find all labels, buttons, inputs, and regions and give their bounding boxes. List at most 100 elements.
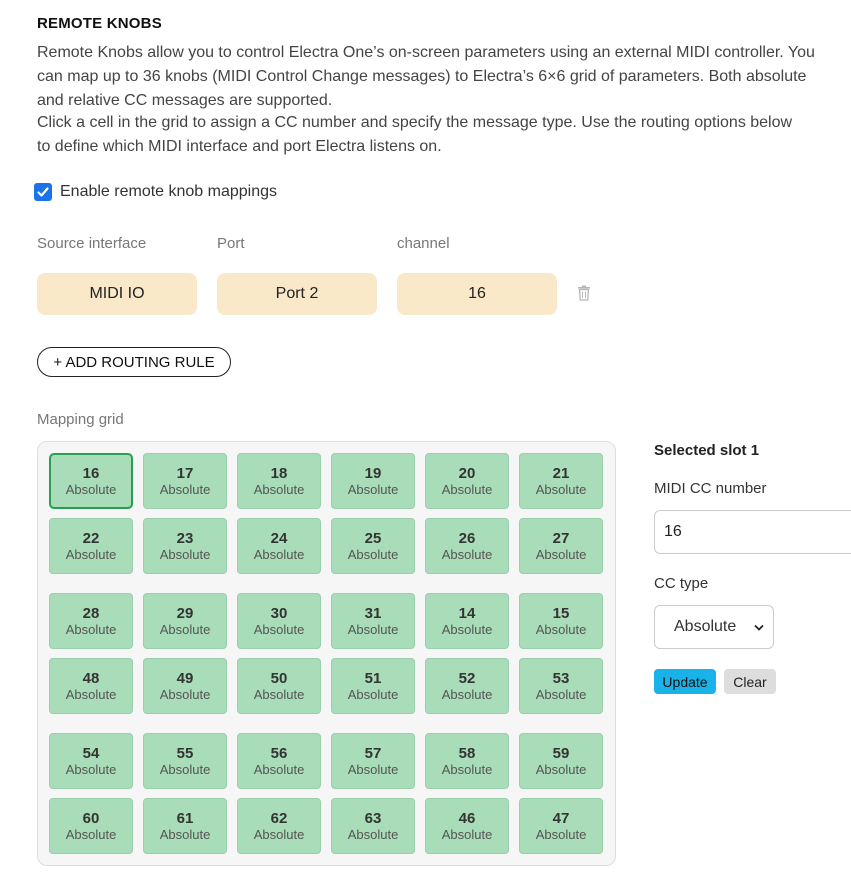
grid-cell[interactable]: 57 Absolute: [331, 733, 415, 789]
cell-cc-type: Absolute: [65, 761, 117, 777]
enable-label: Enable remote knob mappings: [60, 183, 278, 200]
cell-cc-number: 27: [552, 529, 570, 547]
channel-select[interactable]: 16: [397, 273, 557, 315]
grid-cell[interactable]: 28 Absolute: [49, 593, 133, 649]
grid-cell[interactable]: 15 Absolute: [519, 593, 603, 649]
cell-cc-type: Absolute: [441, 546, 493, 562]
update-button[interactable]: Update: [654, 669, 716, 694]
grid-cell[interactable]: 56 Absolute: [237, 733, 321, 789]
cell-cc-number: 30: [270, 604, 288, 622]
grid-cell[interactable]: 30 Absolute: [237, 593, 321, 649]
grid-cell[interactable]: 55 Absolute: [143, 733, 227, 789]
cell-cc-number: 14: [458, 604, 476, 622]
cell-cc-type: Absolute: [159, 826, 211, 842]
grid-cell[interactable]: 50 Absolute: [237, 658, 321, 714]
source-interface-select[interactable]: MIDI IO: [37, 273, 197, 315]
cell-cc-type: Absolute: [535, 481, 587, 497]
cell-cc-type: Absolute: [253, 546, 305, 562]
cell-cc-number: 18: [270, 464, 288, 482]
cell-cc-number: 49: [176, 669, 194, 687]
grid-cell[interactable]: 54 Absolute: [49, 733, 133, 789]
cell-cc-type: Absolute: [535, 761, 587, 777]
enable-remote-knobs[interactable]: Enable remote knob mappings: [34, 183, 277, 201]
clear-button[interactable]: Clear: [724, 669, 776, 694]
enable-checkbox[interactable]: [34, 183, 52, 201]
cell-cc-type: Absolute: [535, 621, 587, 637]
channel-label: channel: [397, 235, 450, 252]
grid-cell[interactable]: 29 Absolute: [143, 593, 227, 649]
grid-cell[interactable]: 60 Absolute: [49, 798, 133, 854]
midi-cc-label: MIDI CC number: [654, 480, 767, 497]
grid-cell[interactable]: 20 Absolute: [425, 453, 509, 509]
grid-cell[interactable]: 46 Absolute: [425, 798, 509, 854]
grid-cell[interactable]: 21 Absolute: [519, 453, 603, 509]
cell-cc-number: 50: [270, 669, 288, 687]
cell-cc-type: Absolute: [441, 761, 493, 777]
section-title: REMOTE KNOBS: [37, 15, 162, 32]
grid-cell[interactable]: 58 Absolute: [425, 733, 509, 789]
grid-cell[interactable]: 23 Absolute: [143, 518, 227, 574]
cell-cc-type: Absolute: [347, 826, 399, 842]
delete-rule-button[interactable]: [577, 285, 591, 306]
grid-cell[interactable]: 47 Absolute: [519, 798, 603, 854]
cell-cc-number: 62: [270, 809, 288, 827]
cell-cc-number: 46: [458, 809, 476, 827]
grid-cell[interactable]: 17 Absolute: [143, 453, 227, 509]
cell-cc-type: Absolute: [535, 686, 587, 702]
grid-cell[interactable]: 63 Absolute: [331, 798, 415, 854]
cell-cc-type: Absolute: [441, 481, 493, 497]
cc-type-value: Absolute: [674, 618, 737, 635]
cell-cc-type: Absolute: [159, 621, 211, 637]
add-routing-rule-button[interactable]: + ADD ROUTING RULE: [37, 347, 231, 377]
cell-cc-number: 28: [82, 604, 100, 622]
cell-cc-type: Absolute: [441, 621, 493, 637]
grid-cell[interactable]: 27 Absolute: [519, 518, 603, 574]
cell-cc-number: 24: [270, 529, 288, 547]
cell-cc-number: 31: [364, 604, 382, 622]
cc-type-select[interactable]: Absolute: [654, 605, 774, 649]
cell-cc-number: 60: [82, 809, 100, 827]
selected-slot-title: Selected slot 1: [654, 442, 760, 459]
cell-cc-number: 51: [364, 669, 382, 687]
cell-cc-type: Absolute: [65, 621, 117, 637]
cell-cc-number: 20: [458, 464, 476, 482]
cell-cc-number: 17: [176, 464, 194, 482]
cell-cc-number: 16: [82, 464, 100, 482]
cell-cc-number: 57: [364, 744, 382, 762]
cell-cc-type: Absolute: [65, 546, 117, 562]
grid-cell[interactable]: 26 Absolute: [425, 518, 509, 574]
grid-cell[interactable]: 31 Absolute: [331, 593, 415, 649]
port-select[interactable]: Port 2: [217, 273, 377, 315]
midi-cc-input[interactable]: 16: [654, 510, 851, 554]
cell-cc-number: 59: [552, 744, 570, 762]
cell-cc-type: Absolute: [159, 761, 211, 777]
grid-cell[interactable]: 18 Absolute: [237, 453, 321, 509]
cell-cc-number: 56: [270, 744, 288, 762]
cell-cc-number: 55: [176, 744, 194, 762]
cell-cc-type: Absolute: [347, 481, 399, 497]
grid-cell[interactable]: 62 Absolute: [237, 798, 321, 854]
grid-cell[interactable]: 22 Absolute: [49, 518, 133, 574]
cell-cc-type: Absolute: [347, 546, 399, 562]
grid-cell[interactable]: 25 Absolute: [331, 518, 415, 574]
cell-cc-number: 19: [364, 464, 382, 482]
cell-cc-type: Absolute: [253, 481, 305, 497]
cell-cc-type: Absolute: [535, 546, 587, 562]
grid-cell[interactable]: 59 Absolute: [519, 733, 603, 789]
grid-cell[interactable]: 14 Absolute: [425, 593, 509, 649]
cell-cc-type: Absolute: [159, 546, 211, 562]
grid-cell[interactable]: 24 Absolute: [237, 518, 321, 574]
grid-cell[interactable]: 61 Absolute: [143, 798, 227, 854]
grid-cell[interactable]: 49 Absolute: [143, 658, 227, 714]
grid-cell[interactable]: 19 Absolute: [331, 453, 415, 509]
cell-cc-type: Absolute: [253, 621, 305, 637]
grid-cell[interactable]: 52 Absolute: [425, 658, 509, 714]
grid-cell[interactable]: 51 Absolute: [331, 658, 415, 714]
cell-cc-type: Absolute: [65, 481, 117, 497]
chevron-down-icon: [754, 624, 764, 631]
grid-cell[interactable]: 53 Absolute: [519, 658, 603, 714]
grid-cell[interactable]: 48 Absolute: [49, 658, 133, 714]
grid-cell[interactable]: 16 Absolute: [49, 453, 133, 509]
cell-cc-number: 21: [552, 464, 570, 482]
source-interface-label: Source interface: [37, 235, 147, 252]
